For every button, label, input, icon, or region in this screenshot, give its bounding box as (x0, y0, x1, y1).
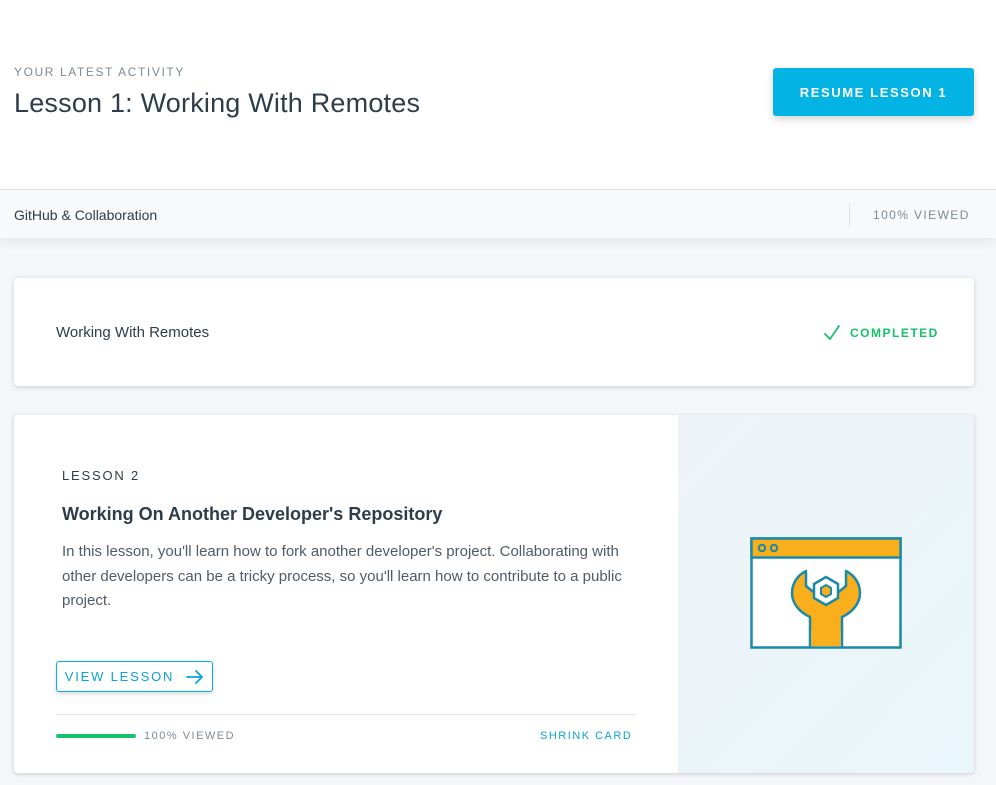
lesson-progress-bar (56, 734, 136, 738)
page-title: Lesson 1: Working With Remotes (14, 88, 421, 118)
lesson-card-expanded: LESSON 2 Working On Another Developer's … (14, 415, 974, 773)
lesson-card-title: Working On Another Developer's Repositor… (62, 504, 443, 524)
view-lesson-button[interactable]: VIEW LESSON (56, 661, 213, 692)
shrink-card-link[interactable]: SHRINK CARD (540, 730, 632, 742)
arrow-right-icon (186, 669, 204, 684)
course-bar: GitHub & Collaboration 100% VIEWED (0, 189, 996, 238)
check-icon (824, 325, 840, 340)
lesson-card-collapsed[interactable]: Working With Remotes COMPLETED (14, 278, 974, 386)
lesson-illustration-panel (678, 415, 974, 773)
course-name: GitHub & Collaboration (14, 207, 158, 223)
card-divider (56, 714, 636, 715)
browser-wrench-icon (750, 537, 902, 649)
course-progress-label: 100% VIEWED (873, 208, 970, 222)
lesson-description: In this lesson, you'll learn how to fork… (62, 543, 622, 609)
lesson-card-title: Working With Remotes (56, 324, 210, 341)
completed-status: COMPLETED (822, 323, 939, 343)
lesson-progress-label: 100% VIEWED (144, 730, 236, 742)
completed-label: COMPLETED (850, 326, 939, 340)
view-lesson-label: VIEW LESSON (64, 669, 175, 684)
resume-lesson-button[interactable]: RESUME LESSON 1 (773, 68, 974, 116)
activity-header: YOUR LATEST ACTIVITY Lesson 1: Working W… (0, 0, 996, 189)
activity-eyebrow: YOUR LATEST ACTIVITY (14, 65, 185, 79)
course-bar-divider (849, 203, 850, 226)
lesson-progress-fill (56, 734, 136, 738)
lesson-number: LESSON 2 (62, 468, 140, 483)
